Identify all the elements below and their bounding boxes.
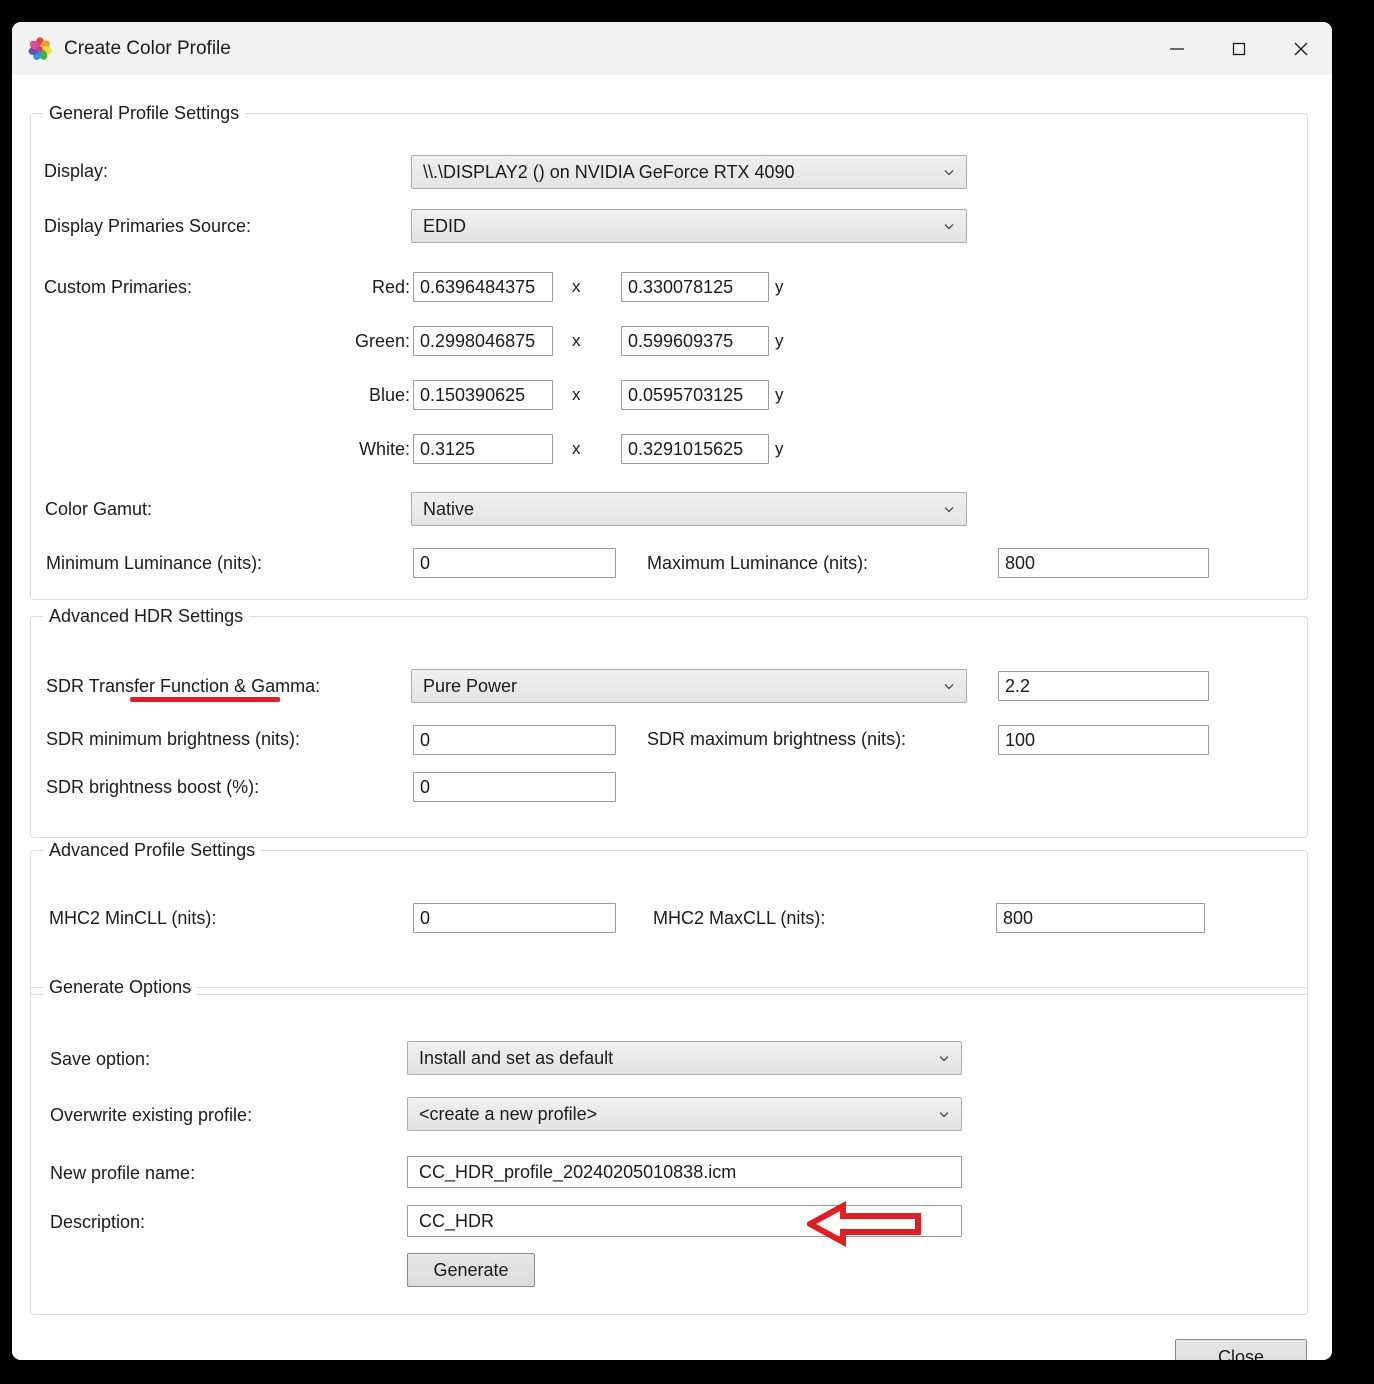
- color-gamut-combobox[interactable]: Native: [411, 492, 967, 526]
- primary-green-y-input[interactable]: 0.599609375: [621, 326, 769, 356]
- primary-white-y-value: 0.3291015625: [628, 438, 744, 459]
- chevron-down-icon: [942, 670, 956, 702]
- primary-white-x-input[interactable]: 0.3125: [413, 434, 553, 464]
- annotation-underline-advanced-hdr: [130, 697, 280, 702]
- save-option-combobox[interactable]: Install and set as default: [407, 1041, 962, 1075]
- color-gamut-combobox-value: Native: [423, 498, 475, 519]
- title-bar: Create Color Profile: [12, 22, 1332, 75]
- sdr-maximum-brightness-label: SDR maximum brightness (nits):: [647, 729, 907, 749]
- primary-blue-x-value: 0.150390625: [420, 384, 526, 405]
- sdr-brightness-boost-label: SDR brightness boost (%):: [46, 777, 260, 797]
- primary-green-label: Green:: [354, 331, 410, 351]
- maximum-luminance-label: Maximum Luminance (nits):: [647, 553, 869, 573]
- description-value: CC_HDR: [419, 1210, 495, 1231]
- save-option-combobox-value: Install and set as default: [419, 1047, 614, 1068]
- sdr-transfer-function-combobox-value: Pure Power: [423, 675, 518, 696]
- mhc2-mincll-value: 0: [420, 907, 431, 928]
- primary-green-x-value: 0.2998046875: [420, 330, 536, 351]
- maximum-luminance-input[interactable]: 800: [998, 548, 1209, 578]
- primary-white-x-value: 0.3125: [420, 438, 476, 459]
- chevron-down-icon: [942, 210, 956, 242]
- primary-green-x-suffix: x: [572, 331, 581, 350]
- color-wheel-icon: [27, 36, 53, 62]
- chevron-down-icon: [937, 1042, 951, 1074]
- primary-red-label: Red:: [371, 277, 410, 297]
- sdr-transfer-function-combobox[interactable]: Pure Power: [411, 669, 967, 703]
- gamma-input[interactable]: 2.2: [998, 671, 1209, 701]
- overwrite-profile-combobox[interactable]: <create a new profile>: [407, 1097, 962, 1131]
- primary-green-y-suffix: y: [775, 331, 784, 350]
- overwrite-profile-combobox-value: <create a new profile>: [419, 1103, 598, 1124]
- mhc2-maxcll-input[interactable]: 800: [996, 903, 1205, 933]
- sdr-minimum-brightness-label: SDR minimum brightness (nits):: [46, 729, 301, 749]
- sdr-minimum-brightness-input[interactable]: 0: [413, 725, 616, 755]
- primary-green-y-value: 0.599609375: [628, 330, 734, 351]
- group-legend-advanced: Advanced Profile Settings: [43, 840, 262, 861]
- group-generate-options: Generate Options: [30, 977, 1308, 1315]
- primary-blue-label: Blue:: [368, 385, 410, 405]
- primaries-source-label: Display Primaries Source:: [44, 216, 252, 236]
- primary-white-y-input[interactable]: 0.3291015625: [621, 434, 769, 464]
- primary-blue-x-suffix: x: [572, 385, 581, 404]
- minimum-luminance-label: Minimum Luminance (nits):: [46, 553, 263, 573]
- window-title: Create Color Profile: [64, 38, 231, 59]
- display-label: Display:: [44, 161, 109, 181]
- minimize-icon[interactable]: [1146, 22, 1208, 75]
- color-gamut-label: Color Gamut:: [45, 499, 153, 519]
- primary-red-y-input[interactable]: 0.330078125: [621, 272, 769, 302]
- mhc2-maxcll-value: 800: [1003, 907, 1034, 928]
- primary-red-y-value: 0.330078125: [628, 276, 734, 297]
- primary-red-x-suffix: x: [572, 277, 581, 296]
- sdr-maximum-brightness-value: 100: [1005, 729, 1036, 750]
- primary-red-x-input[interactable]: 0.6396484375: [413, 272, 553, 302]
- chevron-down-icon: [942, 493, 956, 525]
- annotation-arrow-new-profile-name: [803, 1200, 922, 1248]
- primary-blue-y-value: 0.0595703125: [628, 384, 744, 405]
- chevron-down-icon: [937, 1098, 951, 1130]
- minimum-luminance-input[interactable]: 0: [413, 548, 616, 578]
- description-label: Description:: [50, 1212, 146, 1232]
- custom-primaries-label: Custom Primaries:: [44, 277, 193, 297]
- gamma-value: 2.2: [1005, 675, 1031, 696]
- primaries-source-combobox[interactable]: EDID: [411, 209, 967, 243]
- primary-white-label: White:: [358, 439, 410, 459]
- create-color-profile-window: Create Color Profile General Profile Set…: [12, 22, 1332, 1360]
- primary-green-x-input[interactable]: 0.2998046875: [413, 326, 553, 356]
- dialog-client-area: General Profile Settings Display: \\.\DI…: [12, 75, 1332, 1360]
- primaries-source-combobox-value: EDID: [423, 215, 467, 236]
- sdr-maximum-brightness-input[interactable]: 100: [998, 725, 1209, 755]
- new-profile-name-value: CC_HDR_profile_20240205010838.icm: [419, 1161, 737, 1182]
- new-profile-name-label: New profile name:: [50, 1163, 196, 1183]
- generate-button[interactable]: Generate: [407, 1253, 535, 1287]
- group-legend-generate: Generate Options: [43, 977, 198, 998]
- close-icon[interactable]: [1270, 22, 1332, 75]
- new-profile-name-input[interactable]: CC_HDR_profile_20240205010838.icm: [407, 1156, 962, 1188]
- display-combobox-value: \\.\DISPLAY2 () on NVIDIA GeForce RTX 40…: [423, 161, 795, 182]
- mhc2-maxcll-label: MHC2 MaxCLL (nits):: [653, 908, 826, 928]
- group-legend-hdr: Advanced HDR Settings: [43, 606, 250, 627]
- primary-blue-x-input[interactable]: 0.150390625: [413, 380, 553, 410]
- sdr-brightness-boost-value: 0: [420, 776, 431, 797]
- primary-blue-y-suffix: y: [775, 385, 784, 404]
- primary-red-y-suffix: y: [775, 277, 784, 296]
- primary-white-x-suffix: x: [572, 439, 581, 458]
- overwrite-profile-label: Overwrite existing profile:: [50, 1105, 253, 1125]
- minimum-luminance-value: 0: [420, 552, 431, 573]
- group-legend-general: General Profile Settings: [43, 103, 246, 124]
- maximize-icon[interactable]: [1208, 22, 1270, 75]
- sdr-minimum-brightness-value: 0: [420, 729, 431, 750]
- display-combobox[interactable]: \\.\DISPLAY2 () on NVIDIA GeForce RTX 40…: [411, 155, 967, 189]
- primary-blue-y-input[interactable]: 0.0595703125: [621, 380, 769, 410]
- sdr-brightness-boost-input[interactable]: 0: [413, 772, 616, 802]
- close-button[interactable]: Close: [1175, 1339, 1307, 1360]
- mhc2-mincll-input[interactable]: 0: [413, 903, 616, 933]
- maximum-luminance-value: 800: [1005, 552, 1036, 573]
- save-option-label: Save option:: [50, 1049, 151, 1069]
- chevron-down-icon: [942, 156, 956, 188]
- mhc2-mincll-label: MHC2 MinCLL (nits):: [49, 908, 217, 928]
- sdr-transfer-function-label: SDR Transfer Function & Gamma:: [46, 676, 321, 696]
- primary-white-y-suffix: y: [775, 439, 784, 458]
- primary-red-x-value: 0.6396484375: [420, 276, 536, 297]
